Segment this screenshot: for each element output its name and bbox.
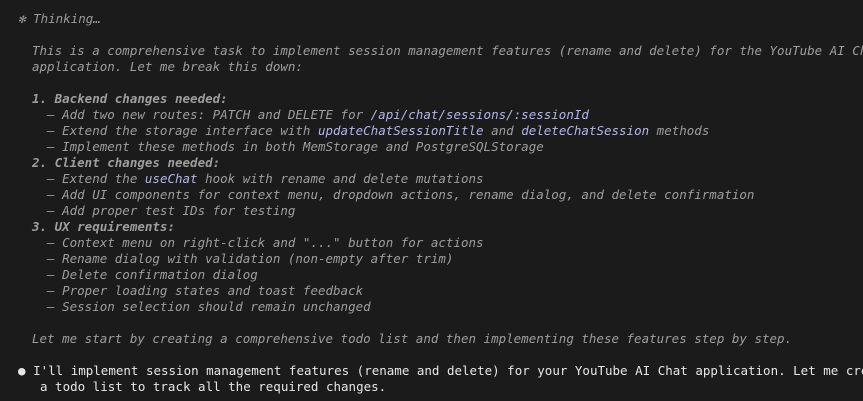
- thinking-icon: ✻: [18, 11, 26, 26]
- thinking-label: Thinking…: [33, 11, 101, 26]
- list-item: – Add UI components for context menu, dr…: [32, 187, 755, 202]
- list-item: – Session selection should remain unchan…: [32, 299, 371, 314]
- inline-code: /api/chat/sessions/:sessionId: [370, 107, 589, 122]
- thinking-intro-line: This is a comprehensive task to implemen…: [32, 43, 863, 58]
- list-item: – Extend the storage interface with upda…: [32, 123, 710, 138]
- list-item: – Proper loading states and toast feedba…: [32, 283, 364, 298]
- response-text: a todo list to track all the required ch…: [40, 379, 387, 394]
- terminal-output: ✻ Thinking… This is a comprehensive task…: [0, 0, 863, 401]
- inline-code: updateChatSessionTitle: [317, 123, 484, 138]
- list-item: – Context menu on right-click and "..." …: [32, 235, 484, 250]
- list-item: – Delete confirmation dialog: [32, 267, 258, 282]
- bullet-icon: ●: [18, 363, 26, 378]
- list-item: – Add two new routes: PATCH and DELETE f…: [32, 107, 589, 122]
- thinking-header: ✻ Thinking…: [18, 11, 101, 27]
- list-item: – Add proper test IDs for testing: [32, 203, 296, 218]
- section-heading: 1. Backend changes needed:: [32, 91, 228, 106]
- list-item: – Rename dialog with validation (non-emp…: [32, 251, 454, 266]
- list-item: – Extend the useChat hook with rename an…: [32, 171, 484, 186]
- section-heading: 3. UX requirements:: [32, 219, 175, 234]
- list-item: – Implement these methods in both MemSto…: [32, 139, 544, 154]
- response-text: I'll implement session management featur…: [33, 363, 863, 378]
- section-heading: 2. Client changes needed:: [32, 155, 221, 170]
- response-line: ● I'll implement session management feat…: [18, 363, 863, 379]
- inline-code: deleteChatSession: [521, 123, 650, 138]
- thinking-intro-line: application. Let me break this down:: [32, 59, 303, 74]
- inline-code: useChat: [144, 171, 198, 186]
- thinking-conclusion: Let me start by creating a comprehensive…: [32, 331, 793, 346]
